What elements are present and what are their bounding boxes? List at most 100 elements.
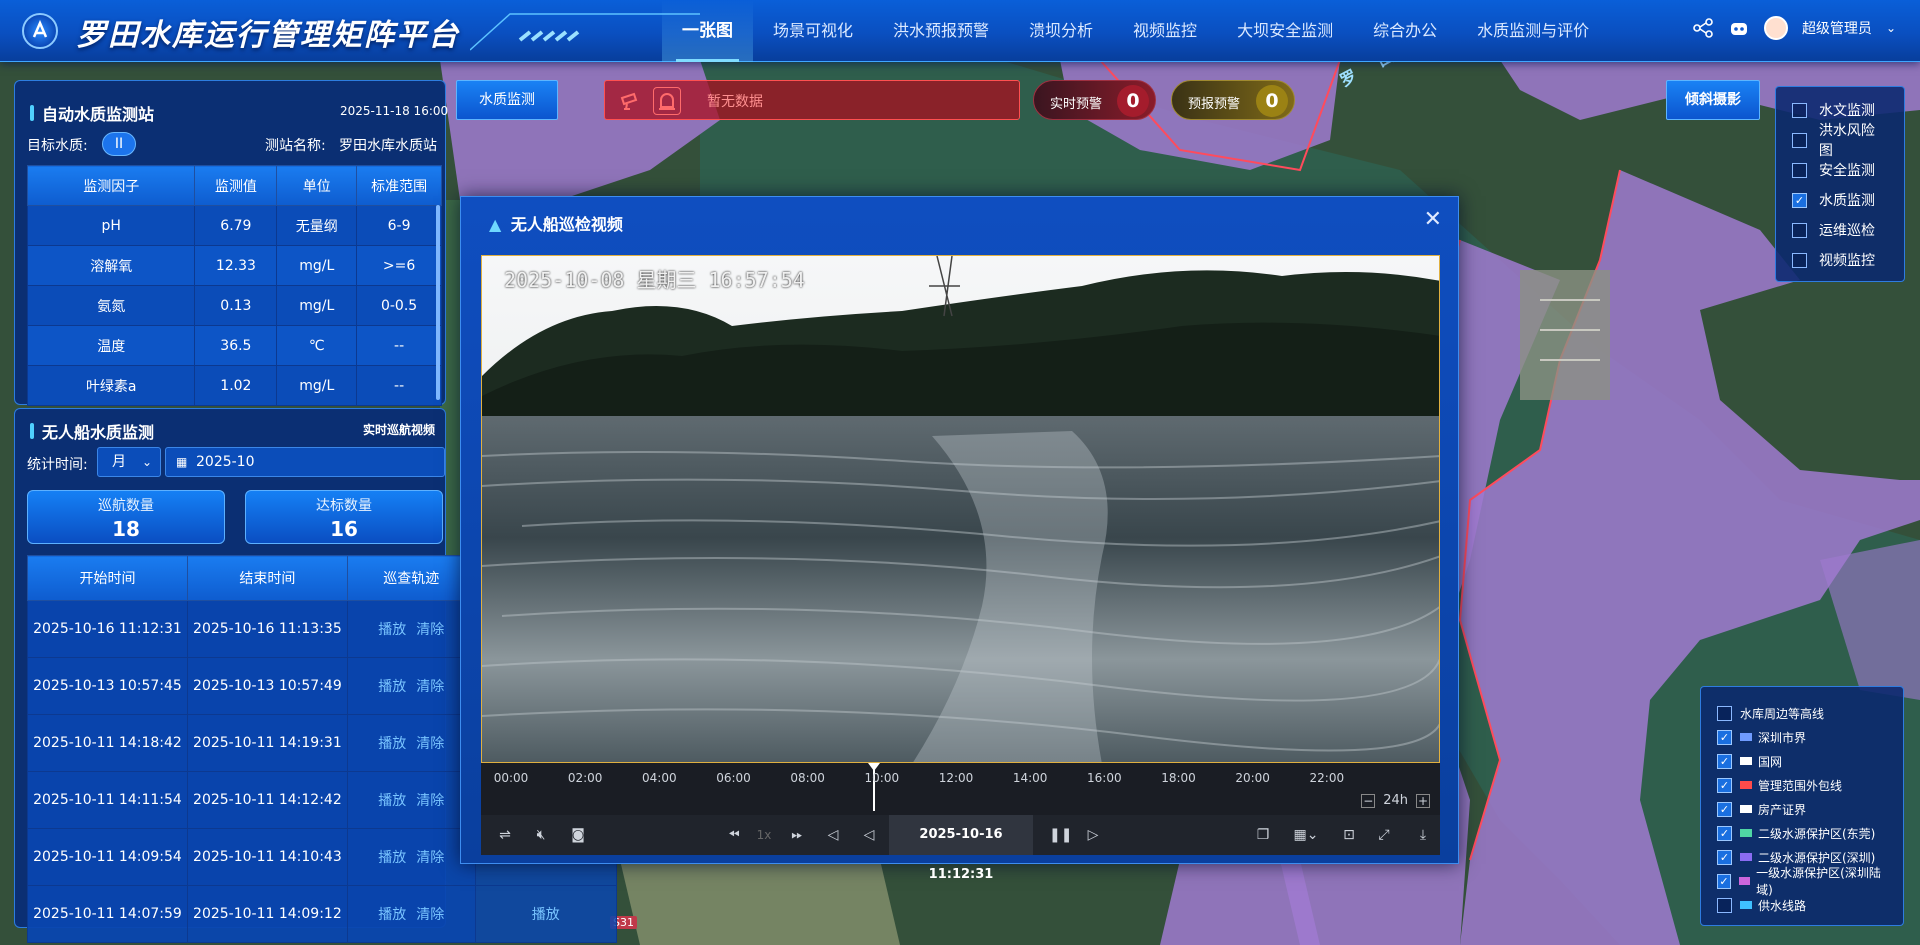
period-select[interactable]: 月 ⌄ [97, 447, 161, 477]
play-link[interactable]: 播放 [378, 850, 406, 866]
legend-item[interactable]: ✓ 国网 [1717, 749, 1887, 773]
window-icon[interactable]: ❐ [1253, 825, 1273, 845]
fullscreen-icon[interactable]: ⤢ [1374, 825, 1394, 845]
table-scrollbar[interactable] [436, 205, 440, 400]
water-quality-button[interactable]: 水质监测 [456, 80, 558, 120]
nav-item-dam-safety[interactable]: 大坝安全监测 [1217, 0, 1353, 62]
zoom-out-icon[interactable]: − [1361, 793, 1376, 808]
cell-unit: 无量纲 [276, 205, 358, 246]
date-picker[interactable]: ▦ 2025-10 [165, 447, 445, 477]
clear-link[interactable]: 清除 [416, 622, 444, 638]
video-player[interactable]: 2025-10-08 星期三 16:57:54 [481, 255, 1440, 763]
table-row: 温度 36.5 ℃ -- [26, 325, 442, 366]
download-icon[interactable]: ⤓ [1413, 825, 1433, 845]
step-back-icon[interactable]: ◁ [859, 825, 879, 845]
play-link[interactable]: 播放 [532, 907, 560, 923]
layer-item[interactable]: 运维巡检 [1792, 215, 1888, 245]
cell-end-time: 2025-10-13 10:57:49 [186, 657, 348, 715]
fast-forward-icon[interactable]: ⏩︎ [787, 825, 807, 845]
layer-item[interactable]: 视频监控 [1792, 245, 1888, 275]
nav-item-office[interactable]: 综合办公 [1353, 0, 1457, 62]
nav-item-dam-break[interactable]: 溃坝分析 [1009, 0, 1113, 62]
playhead-handle[interactable] [868, 763, 880, 771]
nav-item-flood-forecast[interactable]: 洪水预报预警 [873, 0, 1009, 62]
timeline-tick-label: 22:00 [1309, 771, 1345, 785]
nav-item-video[interactable]: 视频监控 [1113, 0, 1217, 62]
play-link[interactable]: 播放 [378, 736, 406, 752]
layer-item[interactable]: ✓ 水质监测 [1792, 185, 1888, 215]
cruise-count-card: 巡航数量 18 [27, 490, 225, 544]
play-link[interactable]: 播放 [378, 907, 406, 923]
legend-item[interactable]: ✓ 房产证界 [1717, 797, 1887, 821]
share-nodes-icon[interactable] [1692, 17, 1714, 39]
realtime-cruise-link[interactable]: 实时巡航视频 [363, 421, 435, 438]
camera-snapshot-icon[interactable]: ◙ [568, 825, 588, 845]
nav-item-scene[interactable]: 场景可视化 [753, 0, 873, 62]
clear-link[interactable]: 清除 [416, 907, 444, 923]
oblique-photo-button[interactable]: 倾斜摄影 [1666, 80, 1760, 120]
clear-link[interactable]: 清除 [416, 679, 444, 695]
legend-checkbox[interactable]: ✓ [1717, 777, 1732, 793]
legend-checkbox[interactable] [1717, 897, 1732, 913]
nav-item-water-quality[interactable]: 水质监测与评价 [1457, 0, 1609, 62]
robot-icon[interactable] [1728, 17, 1750, 39]
layer-checkbox[interactable] [1792, 252, 1807, 268]
play-link[interactable]: 播放 [378, 679, 406, 695]
avatar[interactable] [1763, 16, 1788, 40]
legend-swatch [1740, 733, 1752, 741]
legend-item[interactable]: 水库周边等高线 [1717, 701, 1887, 725]
app-logo-icon [22, 13, 58, 49]
nav-item-map[interactable]: 一张图 [662, 0, 753, 62]
cell-unit: mg/L [276, 245, 358, 286]
pause-icon[interactable]: ❚❚ [1049, 825, 1072, 845]
legend-item[interactable]: ✓ 二级水源保护区(东莞) [1717, 821, 1887, 845]
layer-checkbox[interactable]: ✓ [1792, 192, 1807, 208]
legend-checkbox[interactable]: ✓ [1717, 801, 1732, 817]
layer-label: 洪水风险图 [1818, 123, 1875, 159]
settings-sliders-icon[interactable]: ⇌ [495, 825, 515, 845]
legend-checkbox[interactable] [1717, 705, 1732, 721]
rewind-icon[interactable]: ⏪︎ [724, 825, 744, 845]
layer-item[interactable]: 洪水风险图 [1792, 123, 1888, 159]
layer-checkbox[interactable] [1792, 102, 1807, 118]
cell-track-actions: 播放 清除 [346, 657, 476, 715]
legend-item[interactable]: ✓ 一级水源保护区(深圳陆域) [1717, 866, 1887, 897]
cell-value: 0.13 [194, 285, 278, 326]
legend-item[interactable]: ✓ 深圳市界 [1717, 725, 1887, 749]
legend-label: 供水线路 [1758, 898, 1807, 913]
user-name[interactable]: 超级管理员 [1802, 18, 1872, 38]
layout-grid-icon[interactable]: ▦⌄ [1291, 825, 1321, 845]
legend-panel: 水库周边等高线 ✓ 深圳市界 ✓ 国网 ✓ 管理范围外包线 ✓ 房产证界 ✓ 二级水源保护区(东莞)… [1700, 686, 1904, 926]
chevron-down-icon[interactable]: ⌄ [1886, 21, 1896, 35]
legend-checkbox[interactable]: ✓ [1717, 849, 1732, 865]
mute-icon[interactable]: 🔇︎ [531, 825, 551, 845]
clear-link[interactable]: 清除 [416, 850, 444, 866]
clear-link[interactable]: 清除 [416, 736, 444, 752]
layer-checkbox[interactable] [1792, 222, 1807, 238]
layer-item[interactable]: 安全监测 [1792, 155, 1888, 185]
speed-label[interactable]: 1x [754, 825, 774, 845]
layer-checkbox[interactable] [1792, 162, 1807, 178]
realtime-warning-pill[interactable]: 实时预警 0 [1033, 80, 1156, 120]
layer-checkbox[interactable] [1792, 132, 1807, 148]
prev-frame-icon[interactable]: ◁ [823, 825, 843, 845]
video-timeline[interactable]: − 24h + 00:00 02:00 04:00 06:00 08:00 10:00 12… [481, 763, 1440, 815]
col-start-time: 开始时间 [27, 555, 188, 601]
legend-checkbox[interactable]: ✓ [1717, 873, 1732, 889]
cell-range: 0-0.5 [356, 285, 442, 326]
boat-panel-title: 无人船水质监测 [30, 419, 154, 443]
zoom-in-icon[interactable]: + [1416, 793, 1430, 808]
play-link[interactable]: 播放 [378, 793, 406, 809]
play-icon[interactable]: ▷ [1083, 825, 1103, 845]
legend-item[interactable]: ✓ 管理范围外包线 [1717, 773, 1887, 797]
forecast-warning-pill[interactable]: 预报预警 0 [1171, 80, 1295, 120]
period-select-value: 月 [112, 454, 126, 470]
fit-screen-icon[interactable]: ⊡ [1339, 825, 1359, 845]
legend-checkbox[interactable]: ✓ [1717, 825, 1732, 841]
close-icon[interactable]: ✕ [1424, 207, 1442, 232]
legend-checkbox[interactable]: ✓ [1717, 729, 1732, 745]
clear-link[interactable]: 清除 [416, 793, 444, 809]
play-link[interactable]: 播放 [378, 622, 406, 638]
forecast-warning-count: 0 [1256, 85, 1288, 117]
legend-checkbox[interactable]: ✓ [1717, 753, 1732, 769]
